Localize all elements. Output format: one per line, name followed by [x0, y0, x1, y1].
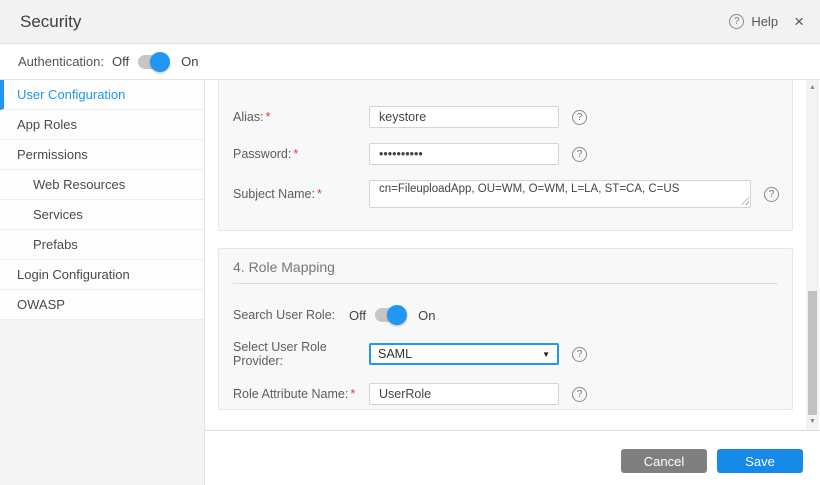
search-user-role-label: Search User Role:	[233, 308, 349, 322]
required-asterisk: *	[293, 147, 298, 161]
dropdown-arrow-icon: ▼	[542, 350, 550, 359]
authentication-toggle[interactable]	[138, 55, 168, 69]
vertical-scrollbar[interactable]: ▲ ▼	[806, 80, 819, 430]
alias-label: Alias:*	[233, 110, 369, 124]
alias-help-icon[interactable]: ?	[572, 110, 587, 125]
scroll-down-icon[interactable]: ▼	[806, 416, 819, 428]
footer-actions: Cancel Save	[205, 430, 820, 485]
password-row: Password:* ?	[233, 143, 778, 165]
required-asterisk: *	[266, 110, 271, 124]
sidebar-item-user-configuration[interactable]: User Configuration	[0, 80, 204, 110]
role-mapping-section-title: 4. Role Mapping	[233, 249, 778, 275]
save-button[interactable]: Save	[717, 449, 803, 473]
scrollbar-thumb[interactable]	[808, 291, 817, 415]
help-icon[interactable]: ?	[729, 14, 744, 29]
security-dialog: Security ? Help × Authentication: Off On…	[0, 0, 820, 485]
subject-name-help-icon[interactable]: ?	[764, 187, 779, 202]
role-provider-label: Select User Role Provider:	[233, 340, 369, 368]
cancel-button[interactable]: Cancel	[621, 449, 707, 473]
search-user-role-toggle[interactable]	[375, 308, 405, 322]
title-bar: Security ? Help ×	[0, 0, 820, 44]
sidebar-item-services[interactable]: Services	[0, 200, 204, 230]
role-mapping-panel: 4. Role Mapping Search User Role: Off On…	[218, 248, 793, 410]
password-label: Password:*	[233, 147, 369, 161]
sidebar-item-login-configuration[interactable]: Login Configuration	[0, 260, 204, 290]
page-title: Security	[20, 12, 81, 32]
alias-input[interactable]	[369, 106, 559, 128]
form-scroll-area: Alias:* ? Password:* ? Subject Name:* cn…	[205, 80, 805, 430]
required-asterisk: *	[350, 387, 355, 401]
search-user-role-off-label: Off	[349, 308, 366, 323]
sidebar: User Configuration App Roles Permissions…	[0, 80, 205, 485]
search-user-role-row: Search User Role: Off On	[233, 306, 778, 324]
role-attribute-label: Role Attribute Name:*	[233, 387, 369, 401]
authentication-label: Authentication:	[18, 54, 112, 69]
close-icon[interactable]: ×	[794, 13, 804, 30]
role-provider-select[interactable]: SAML ▼	[369, 343, 559, 365]
role-attribute-row: Role Attribute Name:* ?	[233, 383, 778, 405]
keystore-panel: Alias:* ? Password:* ? Subject Name:* cn…	[218, 80, 793, 231]
subject-name-textarea[interactable]: cn=FileuploadApp, OU=WM, O=WM, L=LA, ST=…	[369, 180, 751, 208]
role-provider-help-icon[interactable]: ?	[572, 347, 587, 362]
help-link[interactable]: Help	[751, 14, 778, 29]
role-attribute-input[interactable]	[369, 383, 559, 405]
toggle-knob	[150, 52, 170, 72]
sidebar-item-web-resources[interactable]: Web Resources	[0, 170, 204, 200]
alias-row: Alias:* ?	[233, 106, 778, 128]
required-asterisk: *	[317, 187, 322, 201]
toggle-knob	[387, 305, 407, 325]
search-user-role-on-label: On	[418, 308, 435, 323]
main-content: Alias:* ? Password:* ? Subject Name:* cn…	[205, 80, 820, 485]
sidebar-item-prefabs[interactable]: Prefabs	[0, 230, 204, 260]
authentication-off-label: Off	[112, 54, 129, 69]
authentication-on-label: On	[181, 54, 198, 69]
sidebar-filler	[0, 320, 204, 485]
sidebar-item-app-roles[interactable]: App Roles	[0, 110, 204, 140]
authentication-bar: Authentication: Off On	[0, 44, 820, 80]
role-provider-row: Select User Role Provider: SAML ▼ ?	[233, 340, 778, 368]
role-provider-value: SAML	[378, 347, 412, 361]
sidebar-item-owasp[interactable]: OWASP	[0, 290, 204, 320]
subject-name-row: Subject Name:* cn=FileuploadApp, OU=WM, …	[233, 180, 778, 208]
section-divider	[233, 283, 778, 284]
body: User Configuration App Roles Permissions…	[0, 80, 820, 485]
sidebar-item-permissions[interactable]: Permissions	[0, 140, 204, 170]
subject-name-wrapper: cn=FileuploadApp, OU=WM, O=WM, L=LA, ST=…	[369, 180, 751, 208]
subject-name-label: Subject Name:*	[233, 187, 369, 201]
password-help-icon[interactable]: ?	[572, 147, 587, 162]
titlebar-actions: ? Help ×	[729, 13, 804, 30]
password-input[interactable]	[369, 143, 559, 165]
scroll-up-icon[interactable]: ▲	[806, 82, 819, 94]
role-attribute-help-icon[interactable]: ?	[572, 387, 587, 402]
